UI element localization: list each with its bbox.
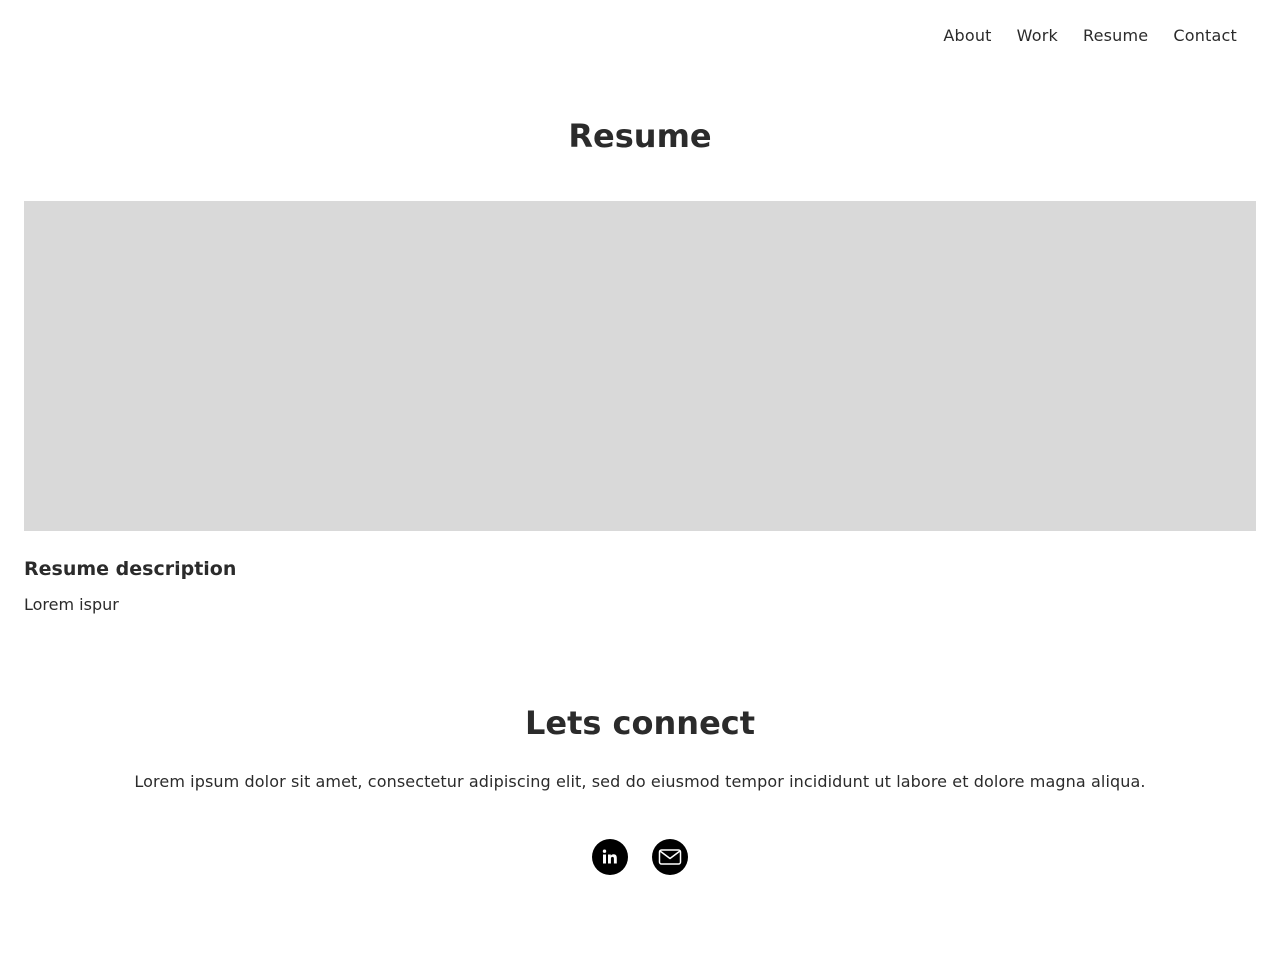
social-links — [592, 839, 688, 875]
resume-image-placeholder — [24, 201, 1256, 531]
connect-title: Lets connect — [524, 704, 756, 742]
resume-description-text: Lorem ispur — [24, 595, 119, 614]
page-title: Resume — [568, 117, 712, 155]
nav-link-work[interactable]: Work — [1017, 26, 1058, 46]
top-nav: About Work Resume Contact — [943, 26, 1237, 46]
nav-link-contact[interactable]: Contact — [1173, 26, 1237, 46]
linkedin-icon — [602, 849, 617, 864]
nav-link-about[interactable]: About — [943, 26, 991, 46]
email-button[interactable] — [652, 839, 688, 875]
nav-link-resume[interactable]: Resume — [1083, 26, 1148, 46]
connect-text: Lorem ipsum dolor sit amet, consectetur … — [134, 772, 1146, 791]
mail-icon — [658, 849, 682, 865]
linkedin-button[interactable] — [592, 839, 628, 875]
resume-description-title: Resume description — [24, 558, 237, 580]
